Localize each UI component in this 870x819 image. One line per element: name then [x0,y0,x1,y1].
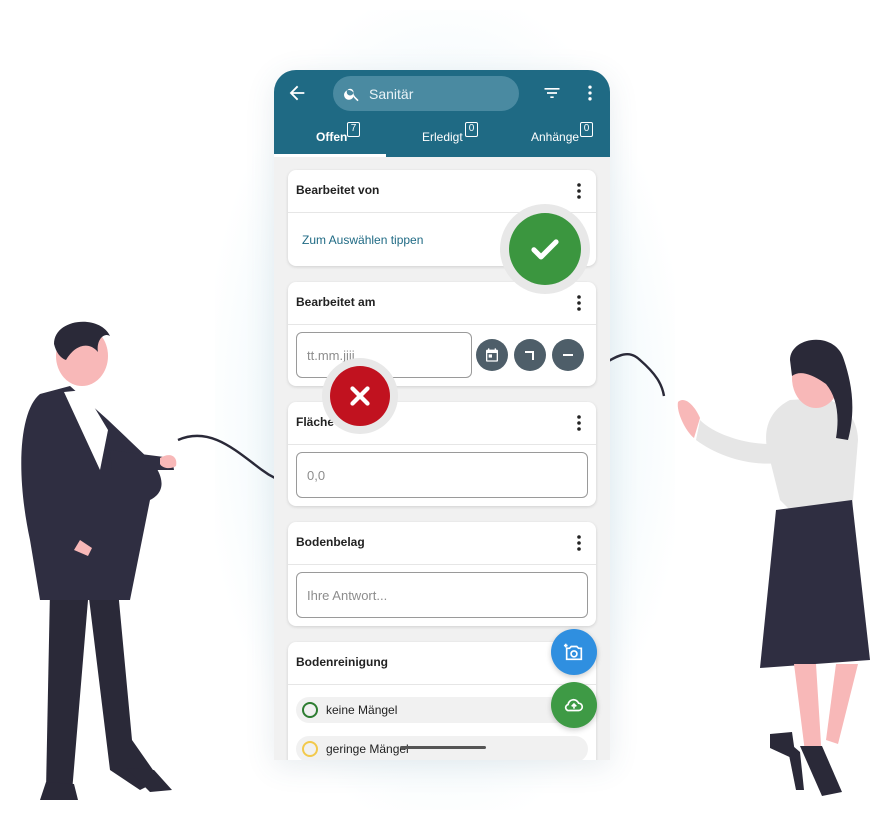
tab-count-badge: 0 [580,122,593,137]
time-set-icon [525,351,534,360]
select-person-link[interactable]: Zum Auswählen tippen [302,233,423,247]
area-value: 0,0 [307,467,326,483]
tab-offen[interactable]: Offen 7 [314,122,374,152]
phone-screen: Sanitär Offen 7 Erledigt 0 Anhänge 0 Bea… [274,70,610,760]
clear-button[interactable] [552,339,584,371]
add-photo-icon [563,643,583,661]
home-indicator [400,746,486,749]
tab-label: Erledigt [422,130,463,144]
search-input[interactable]: Sanitär [333,76,519,111]
divider [288,684,596,685]
radio-icon [302,741,318,757]
tab-count-badge: 0 [465,122,478,137]
close-icon [350,386,370,406]
tab-erledigt[interactable]: Erledigt 0 [422,122,492,152]
minus-icon [563,354,573,356]
area-input[interactable]: 0,0 [296,452,588,498]
divider [288,564,596,565]
card-title: Bearbeitet von [296,183,380,197]
option-label: geringe Mängel [326,742,409,756]
active-tab-indicator [274,154,386,157]
calendar-icon [486,348,498,362]
option-label: keine Mängel [326,703,398,717]
now-button[interactable] [514,339,546,371]
more-vert-icon[interactable] [576,182,582,200]
divider [288,324,596,325]
card-bodenbelag: Bodenbelag Ihre Antwort... [288,522,596,626]
filter-icon[interactable] [542,83,562,103]
woman-illustration [677,339,870,796]
radio-icon [302,702,318,718]
more-vert-icon[interactable] [576,534,582,552]
app-bar: Sanitär Offen 7 Erledigt 0 Anhänge 0 [274,70,610,157]
more-vert-icon[interactable] [576,294,582,312]
add-photo-button[interactable] [551,629,597,675]
card-title: Bodenreinigung [296,655,388,669]
cross-badge [322,358,398,434]
man-illustration [21,321,177,800]
more-vert-icon[interactable] [576,414,582,432]
back-arrow-icon[interactable] [286,82,308,104]
tab-label: Anhänge [531,130,580,144]
search-value: Sanitär [369,85,414,102]
floor-covering-placeholder: Ihre Antwort... [307,587,388,603]
check-icon [531,239,559,260]
card-title: Bearbeitet am [296,295,376,309]
tab-count-badge: 7 [347,122,360,137]
card-title: Bodenbelag [296,535,365,549]
divider [288,444,596,445]
cloud-upload-icon [564,698,584,712]
option-keine-maengel[interactable]: keine Mängel [296,697,588,723]
search-icon [344,88,359,101]
calendar-button[interactable] [476,339,508,371]
more-vert-icon[interactable] [580,82,600,104]
floor-covering-input[interactable]: Ihre Antwort... [296,572,588,618]
card-bodenreinigung: Bodenreinigung keine Mängel geringe Mäng… [288,642,596,760]
tab-anhaenge[interactable]: Anhänge 0 [530,122,600,152]
check-badge [500,204,590,294]
upload-button[interactable] [551,682,597,728]
tab-label: Offen [316,130,348,144]
